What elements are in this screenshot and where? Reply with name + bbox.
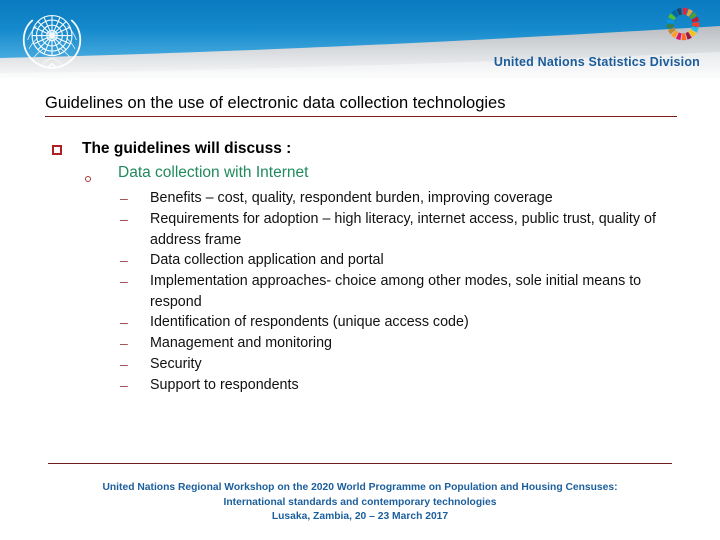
list-item: – Management and monitoring [118, 333, 692, 354]
list-item-label: Security [150, 356, 202, 372]
dash-bullet-icon: – [120, 356, 128, 372]
footer-divider [48, 463, 672, 464]
list-item-label: Identification of respondents (unique ac… [150, 314, 469, 330]
bullet-level2: Data collection with Internet [85, 162, 692, 187]
bullet-level3-list: – Benefits – cost, quality, respondent b… [118, 188, 692, 396]
list-item-label: Support to respondents [150, 377, 299, 393]
dash-bullet-icon: – [120, 377, 128, 393]
list-item-label: Data collection application and portal [150, 252, 384, 268]
circle-bullet-icon [85, 162, 118, 187]
list-item: – Identification of respondents (unique … [118, 312, 692, 333]
list-item-label: Benefits – cost, quality, respondent bur… [150, 190, 553, 206]
slide-title-container: Guidelines on the use of electronic data… [45, 93, 677, 117]
page-title: Guidelines on the use of electronic data… [45, 94, 506, 112]
bullet-level1-label: The guidelines will discuss : [82, 140, 292, 157]
division-name-label: United Nations Statistics Division [493, 55, 700, 69]
footer-line-1: United Nations Regional Workshop on the … [102, 482, 618, 493]
list-item-label: Requirements for adoption – high literac… [150, 211, 656, 248]
list-item-label: Management and monitoring [150, 335, 332, 351]
list-item: – Benefits – cost, quality, respondent b… [118, 188, 692, 209]
header-banner: United Nations Statistics Division [0, 0, 720, 82]
footer-line-2: International standards and contemporary… [223, 496, 497, 508]
dash-bullet-icon: – [120, 273, 128, 289]
un-emblem-icon [22, 15, 82, 70]
list-item: – Data collection application and portal [118, 250, 692, 271]
list-item: – Support to respondents [118, 375, 692, 396]
sdg-wheel-icon [666, 7, 700, 41]
slide-footer: United Nations Regional Workshop on the … [0, 481, 720, 525]
dash-bullet-icon: – [120, 335, 128, 351]
list-item: – Security [118, 354, 692, 375]
square-bullet-icon [52, 138, 82, 160]
footer-line-3: Lusaka, Zambia, 20 – 23 March 2017 [271, 511, 449, 522]
banner-swoosh-graphic [0, 0, 720, 82]
bullet-level2-label: Data collection with Internet [118, 164, 309, 181]
slide-body: The guidelines will discuss : Data colle… [52, 138, 692, 396]
list-item-label: Implementation approaches- choice among … [150, 273, 642, 310]
list-item: – Implementation approaches- choice amon… [118, 271, 692, 312]
bullet-level1: The guidelines will discuss : [52, 138, 692, 160]
list-item: – Requirements for adoption – high liter… [118, 209, 692, 250]
dash-bullet-icon: – [120, 314, 128, 330]
dash-bullet-icon: – [120, 211, 128, 227]
dash-bullet-icon: – [120, 190, 128, 206]
title-divider [45, 116, 677, 117]
dash-bullet-icon: – [120, 252, 128, 268]
